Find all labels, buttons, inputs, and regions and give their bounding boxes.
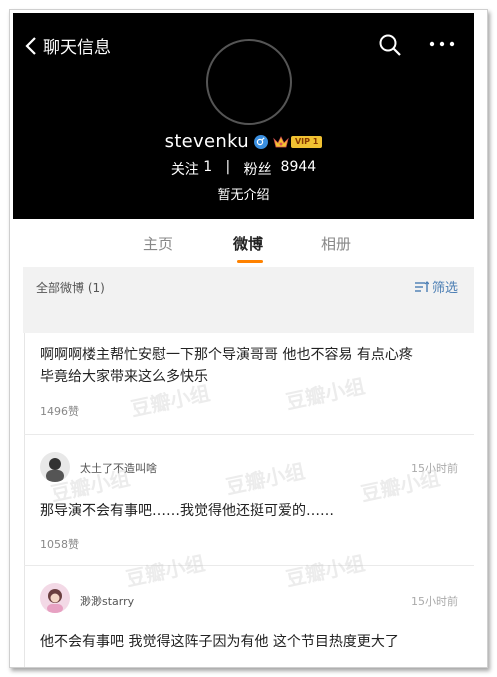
followers-count[interactable]: 8944 bbox=[281, 159, 317, 179]
username-row: stevenku VIP 1 bbox=[13, 131, 474, 152]
post-text-line-1: 啊啊啊楼主帮忙安慰一下那个导演哥哥 他也不容易 有点心疼 bbox=[40, 347, 413, 363]
comment-timestamp: 15小时前 bbox=[411, 595, 458, 608]
post-text-line-2: 毕竟给大家带来这么多快乐 bbox=[40, 369, 208, 385]
crown-icon bbox=[273, 135, 289, 147]
tab-weibo[interactable]: 微博 bbox=[233, 233, 263, 254]
profile-header: 聊天信息 stevenku VIP 1 关注 1 | 粉丝 8944 暂无介绍 bbox=[13, 13, 474, 219]
comment-text: 那导演不会有事吧……我觉得他还挺可爱的…… bbox=[40, 503, 334, 519]
back-button[interactable]: 聊天信息 bbox=[25, 33, 111, 58]
chevron-left-icon bbox=[25, 36, 36, 55]
more-icon[interactable] bbox=[428, 37, 456, 51]
comment-likes[interactable]: 1058赞 bbox=[40, 536, 79, 552]
vip-badge: VIP 1 bbox=[290, 135, 323, 148]
comment-divider bbox=[24, 565, 474, 566]
filter-icon bbox=[415, 280, 429, 292]
comment-username[interactable]: 太土了不造叫啥 bbox=[80, 460, 157, 476]
male-gender-icon bbox=[253, 134, 268, 149]
post-likes[interactable]: 1496赞 bbox=[40, 403, 79, 419]
filter-bar: 全部微博 (1) 筛选 bbox=[23, 267, 474, 333]
tab-home[interactable]: 主页 bbox=[143, 233, 173, 254]
comment-avatar[interactable] bbox=[40, 452, 70, 482]
comment-text: 他不会有事吧 我觉得这阵子因为有他 这个节目热度更大了 bbox=[40, 634, 399, 650]
filter-button[interactable]: 筛选 bbox=[415, 277, 458, 296]
followers-label[interactable]: 粉丝 bbox=[244, 159, 272, 179]
profile-bio: 暂无介绍 bbox=[217, 188, 270, 203]
following-count[interactable]: 1 bbox=[203, 159, 212, 179]
stats-row: 关注 1 | 粉丝 8944 bbox=[13, 159, 474, 179]
username: stevenku bbox=[164, 131, 249, 152]
post-divider bbox=[24, 434, 474, 435]
comment-username[interactable]: 渺渺starry bbox=[80, 593, 134, 609]
profile-tabs: 主页 微博 相册 bbox=[13, 219, 474, 267]
profile-avatar[interactable] bbox=[206, 39, 292, 125]
active-tab-indicator bbox=[237, 260, 263, 263]
content-left-border bbox=[24, 333, 25, 667]
all-posts-count: 全部微博 (1) bbox=[36, 281, 105, 295]
search-icon[interactable] bbox=[378, 33, 402, 57]
tab-album[interactable]: 相册 bbox=[321, 233, 351, 254]
comment-timestamp: 15小时前 bbox=[411, 462, 458, 475]
comment-avatar[interactable] bbox=[40, 583, 70, 613]
filter-label: 筛选 bbox=[432, 281, 459, 296]
back-label: 聊天信息 bbox=[43, 38, 111, 58]
following-label[interactable]: 关注 bbox=[171, 159, 199, 179]
